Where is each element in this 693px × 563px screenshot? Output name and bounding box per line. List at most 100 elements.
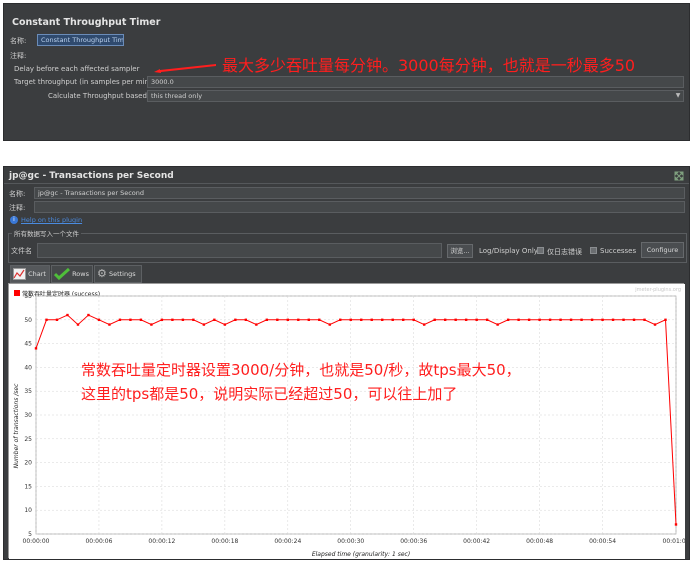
x-tick-label: 00:00:54 (589, 538, 616, 545)
data-point (129, 318, 132, 321)
data-point (664, 318, 667, 321)
data-point (632, 318, 636, 321)
calc-throughput-select[interactable]: this thread only ▼ (147, 90, 684, 102)
y-tick-label: 15 (24, 483, 32, 490)
y-tick-label: 5 (28, 531, 32, 538)
divider (4, 183, 689, 184)
errors-checkbox[interactable] (537, 247, 544, 254)
data-point (349, 318, 352, 321)
y-tick-label: 45 (24, 341, 32, 348)
file-section-label: 所有数据写入一个文件 (12, 228, 81, 238)
y-tick-label: 10 (24, 507, 32, 514)
name-label: 名称: (10, 37, 27, 45)
x-tick-label: 00:00:42 (463, 538, 490, 545)
data-point (55, 318, 59, 321)
calc-throughput-label: Calculate Throughput based on: (48, 92, 161, 100)
data-point (192, 318, 195, 321)
y-axis-label: Number of transactions /sec (13, 383, 20, 468)
data-point (548, 318, 552, 321)
browse-button[interactable]: 浏览... (447, 244, 473, 258)
file-section: 所有数据写入一个文件 文件名 浏览... Log/Display Only: 仅… (8, 228, 687, 263)
gear-icon: ⚙ (97, 267, 107, 280)
filename-label: 文件名 (11, 247, 32, 255)
data-point (171, 318, 174, 321)
data-point (412, 318, 415, 321)
data-point (87, 313, 90, 317)
x-tick-label: 00:00:06 (85, 538, 112, 545)
target-throughput-input[interactable]: 3000.0 (147, 76, 684, 88)
data-point (328, 323, 331, 326)
tab-chart-label: Chart (28, 270, 46, 278)
data-point (97, 318, 101, 321)
name-field[interactable]: jp@gc - Transactions per Second (34, 187, 685, 199)
data-point (506, 318, 510, 321)
configure-button[interactable]: Configure (641, 242, 684, 258)
data-point (34, 347, 38, 350)
data-point (485, 318, 489, 321)
x-tick-label: 00:00:30 (337, 538, 364, 545)
tab-rows[interactable]: Rows (51, 265, 93, 283)
data-point (402, 318, 405, 321)
data-point (108, 323, 111, 326)
watermark: jmeter-plugins.org (634, 287, 681, 293)
x-tick-label: 00:00:18 (211, 538, 238, 545)
x-tick-label: 00:00:36 (400, 538, 427, 545)
help-link[interactable]: Help on this plugin (21, 216, 82, 224)
x-tick-label: 00:00:48 (526, 538, 553, 545)
y-tick-label: 50 (24, 317, 32, 324)
data-point (213, 318, 216, 321)
delay-label: Delay before each affected sampler (14, 65, 140, 73)
expand-arrows-icon[interactable] (674, 171, 684, 181)
comment-field[interactable] (34, 201, 685, 213)
data-point (118, 318, 122, 321)
y-tick-label: 25 (24, 436, 32, 443)
data-point (391, 318, 394, 321)
tab-settings[interactable]: ⚙ Settings (94, 265, 142, 283)
info-icon: i (10, 216, 18, 224)
data-point (496, 323, 499, 326)
throughput-annotation: 最大多少吞吐量每分钟。3000每分钟，也就是一秒最多50 (222, 56, 636, 75)
target-throughput-label: Target throughput (in samples per minute… (14, 78, 166, 86)
data-point (223, 323, 227, 326)
data-point (244, 318, 248, 321)
data-point (297, 318, 300, 321)
name-field[interactable]: Constant Throughput Timer (37, 34, 124, 46)
data-point (643, 318, 646, 321)
filename-input[interactable] (37, 243, 442, 258)
data-point (653, 323, 657, 326)
data-point (559, 318, 562, 321)
data-point (381, 318, 384, 321)
name-label: 名称: (9, 190, 26, 198)
legend-swatch (14, 290, 20, 296)
data-point (454, 318, 457, 321)
checkmark-icon (54, 268, 70, 280)
chart-annotation-line1: 常数吞吐量定时器设置3000/分钟，也就是50/秒，故tps最大50， (81, 361, 521, 379)
successes-checkbox[interactable] (590, 247, 597, 254)
x-tick-label: 00:01:01 (663, 538, 685, 545)
y-tick-label: 55 (24, 293, 32, 300)
data-point (76, 323, 80, 326)
legend-entry: 常数吞吐量定时器 (success) (22, 290, 100, 298)
data-point (339, 318, 342, 321)
tab-rows-label: Rows (72, 270, 89, 278)
data-point (422, 323, 426, 326)
data-point (517, 318, 520, 321)
y-tick-label: 40 (24, 364, 32, 371)
data-point (360, 318, 363, 321)
data-point (181, 318, 185, 321)
x-tick-label: 00:00:24 (274, 538, 301, 545)
chevron-down-icon[interactable]: ▼ (673, 91, 683, 101)
checkmark-shape (54, 268, 70, 280)
data-point (475, 318, 478, 321)
data-point (464, 318, 468, 321)
data-point (569, 318, 573, 321)
data-point (674, 523, 678, 526)
x-tick-label: 00:00:00 (23, 538, 50, 545)
data-point (307, 318, 310, 321)
tab-chart[interactable]: Chart (10, 265, 50, 283)
data-point (443, 318, 447, 321)
x-tick-label: 00:00:12 (148, 538, 175, 545)
data-point (318, 318, 321, 321)
errors-label: 仅日志错误 (547, 248, 582, 256)
constant-throughput-timer-panel: Constant Throughput Timer 名称: Constant T… (3, 3, 690, 141)
